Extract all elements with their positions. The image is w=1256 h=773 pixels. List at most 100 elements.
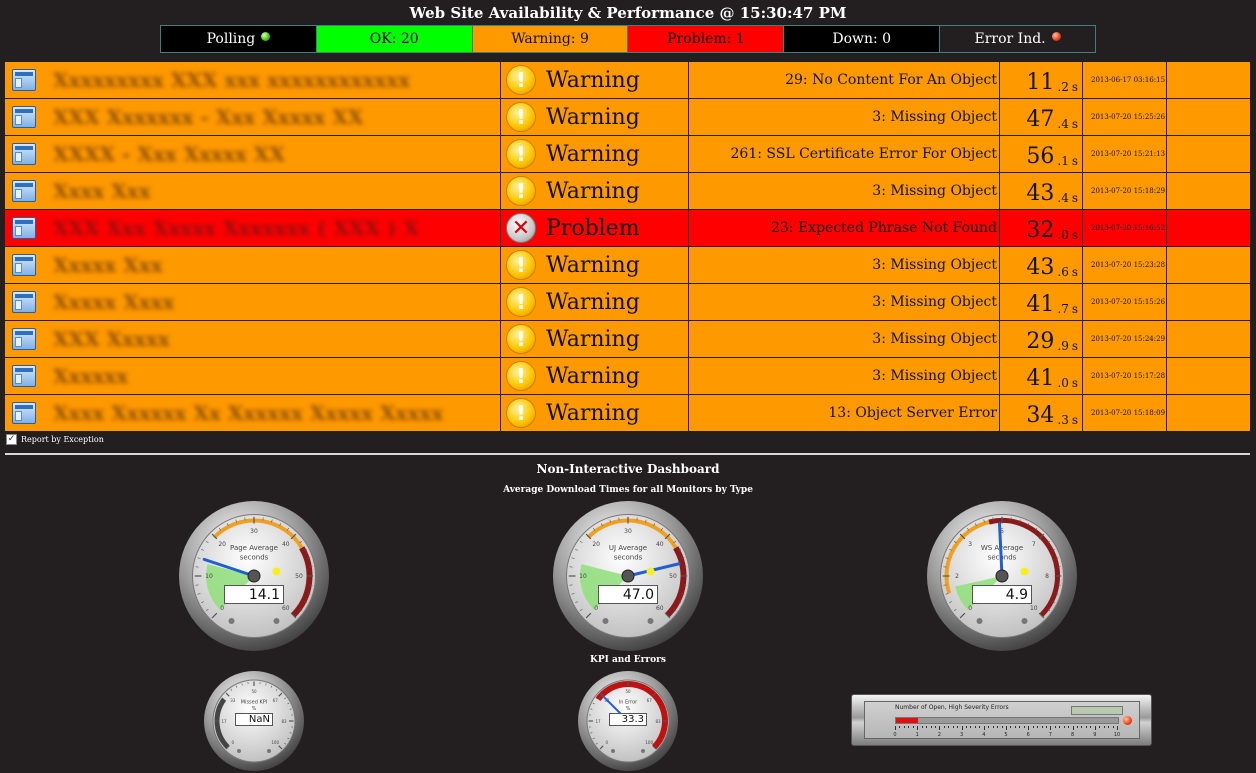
- monitor-type-cell: [5, 173, 43, 209]
- monitor-status-cell: ! Warning: [501, 247, 689, 283]
- monitor-name-cell[interactable]: XXX Xxxxxxx - Xxx Xxxxx XX: [43, 99, 501, 135]
- gauge-scale-label: 0: [968, 605, 972, 612]
- monitor-date-text: 2013-07-20 15:24:29: [1091, 335, 1166, 343]
- gauge-scale-label: 67: [647, 698, 653, 703]
- monitor-type-cell: [5, 136, 43, 172]
- gauge-screw-icon: [228, 618, 235, 624]
- bar-gauge-tick-label: 8: [1071, 732, 1075, 738]
- web-page-icon: [12, 402, 36, 424]
- monitor-name-cell[interactable]: Xxxxx Xxxx: [43, 284, 501, 320]
- monitor-row[interactable]: XXX Xxxxxxx - Xxx Xxxxx XX! Warning 3: Mis…: [5, 99, 1250, 136]
- monitor-extra-cell: [1167, 395, 1250, 431]
- monitor-name-redacted: Xxxxxxxxx XXX xxx xxxxxxxxxxxx: [53, 68, 411, 92]
- monitor-detail-cell: 3: Missing Object: [689, 321, 1000, 357]
- monitor-time-int: 41: [1026, 366, 1055, 391]
- monitor-time-int: 47: [1026, 107, 1055, 132]
- monitor-row[interactable]: XXX Xxxxx! Warning 3: Missing Object 29.9 s 2…: [5, 321, 1250, 358]
- monitor-detail-text: 29: No Content For An Object: [785, 72, 997, 88]
- monitor-time-dec: .2: [1057, 80, 1069, 94]
- gauge-screw-icon: [237, 749, 241, 753]
- monitor-date-cell: 2013-07-20 15:24:29: [1083, 321, 1167, 357]
- monitor-status-cell: ! Warning: [501, 99, 689, 135]
- monitor-detail-cell: 23: Expected Phrase Not Found: [689, 210, 1000, 246]
- report-by-exception-checkbox[interactable]: ✓: [6, 434, 17, 445]
- monitor-name-cell[interactable]: Xxxxx Xxx: [43, 247, 501, 283]
- gauge-readout: NaN: [235, 713, 273, 726]
- green-indicator-icon: [261, 31, 271, 41]
- monitor-name-cell[interactable]: XXXX - Xxx Xxxxx XX: [43, 136, 501, 172]
- monitor-row[interactable]: Xxxxx Xxx! Warning 3: Missing Object 43.6 s 2…: [5, 247, 1250, 284]
- bar-gauge-tick-label: 1: [915, 732, 919, 738]
- gauge-scale-label: 8: [1045, 573, 1049, 580]
- monitor-type-cell: [5, 247, 43, 283]
- bar-gauge-tick: [983, 726, 985, 730]
- monitor-time-cell: 32.0 s: [1000, 210, 1083, 246]
- warning-exclamation-icon: !: [506, 139, 536, 169]
- status-cell-label: Problem: 1: [667, 31, 745, 47]
- monitor-row[interactable]: Xxxx Xxx! Warning 3: Missing Object 43.4 s 20…: [5, 173, 1250, 210]
- monitor-detail-text: 3: Missing Object: [872, 109, 997, 125]
- gauge-readout: 14.1: [224, 585, 284, 604]
- warning-exclamation-icon: !: [506, 324, 536, 354]
- gauge-scale-label: 10: [579, 573, 587, 580]
- monitor-row[interactable]: XXXX - Xxx Xxxxx XX! Warning 261: SSL Cert…: [5, 136, 1250, 173]
- monitor-status-cell: ! Warning: [501, 62, 689, 98]
- status-cell-problem: Problem: 1: [628, 26, 785, 52]
- monitor-status-cell: ! Warning: [501, 284, 689, 320]
- gauge-screw-icon: [1021, 618, 1028, 624]
- monitor-detail-cell: 3: Missing Object: [689, 247, 1000, 283]
- monitor-row[interactable]: Xxxxxxxxx XXX xxx xxxxxxxxxxxx ! Warning 29…: [5, 62, 1250, 99]
- gauge-label: In Error: [619, 700, 638, 706]
- monitor-name-redacted: Xxxx Xxxxxx Xx Xxxxxx Xxxxx Xxxxx: [53, 401, 444, 425]
- monitor-type-cell: [5, 395, 43, 431]
- gauge-screw-icon: [976, 618, 983, 624]
- monitor-name-cell[interactable]: Xxxx Xxx: [43, 173, 501, 209]
- report-by-exception[interactable]: ✓ Report by Exception: [6, 434, 104, 445]
- monitor-name-redacted: XXX Xxx Xxxxx Xxxxxxx ( XXX ) X: [53, 216, 419, 240]
- bar-gauge-fill: [896, 718, 919, 723]
- monitor-name-cell[interactable]: Xxxx Xxxxxx Xx Xxxxxx Xxxxx Xxxxx: [43, 395, 501, 431]
- monitor-detail-text: 23: Expected Phrase Not Found: [770, 220, 997, 236]
- missed-kpi-gauge: 0 17 33 50 67 83 100 Missed KPI% NaN: [203, 670, 305, 772]
- warning-exclamation-icon: !: [506, 250, 536, 280]
- bar-gauge-tick: [1032, 726, 1034, 728]
- status-cell-label: OK: 20: [369, 31, 419, 47]
- web-page-icon: [12, 291, 36, 313]
- monitor-name-cell[interactable]: Xxxxxxxxx XXX xxx xxxxxxxxxxxx: [43, 62, 501, 98]
- page-title: Web Site Availability & Performance @ 15…: [409, 4, 847, 22]
- page-average-gauge: 0 10 20 30 40 50 60 Page Average seconds 14.1: [178, 500, 330, 652]
- bar-gauge-tick-label: 2: [937, 732, 941, 738]
- monitor-time-int: 34: [1026, 403, 1055, 428]
- gauge-scale-label: 100: [271, 740, 279, 745]
- bar-gauge-tick: [895, 726, 896, 730]
- monitor-row[interactable]: Xxxxxx! Warning 3: Missing Object 41.0 s 2013…: [5, 358, 1250, 395]
- monitor-time-int: 32: [1026, 218, 1055, 243]
- monitor-extra-cell: [1167, 210, 1250, 246]
- monitor-date-cell: 2013-07-20 15:23:28: [1083, 247, 1167, 283]
- bar-gauge-tick: [921, 726, 923, 728]
- status-cell-label: Down: 0: [832, 31, 892, 47]
- monitor-date-text: 2013-07-20 15:15:26: [1091, 298, 1166, 306]
- gauge-screw-icon: [273, 618, 280, 624]
- bar-gauge-tick: [997, 726, 999, 728]
- monitor-extra-cell: [1167, 136, 1250, 172]
- gauge-readout: 33.3: [609, 713, 647, 726]
- report-by-exception-label: Report by Exception: [21, 435, 104, 444]
- monitor-row[interactable]: XXX Xxx Xxxxx Xxxxxxx ( XXX ) X ✕ Problem 2…: [5, 210, 1250, 247]
- bar-gauge-tick: [992, 726, 994, 728]
- monitor-name-cell[interactable]: Xxxxxx: [43, 358, 501, 394]
- bar-gauge-tick: [1037, 726, 1039, 728]
- bar-gauge-tick: [979, 726, 981, 728]
- monitor-time-unit: s: [1071, 265, 1078, 279]
- gauge-scale-label: 83: [655, 719, 661, 724]
- monitor-status-text: Warning: [546, 104, 640, 130]
- monitor-name-cell[interactable]: XXX Xxxxx: [43, 321, 501, 357]
- monitor-row[interactable]: Xxxxx Xxxx! Warning 3: Missing Object 41.7 s…: [5, 284, 1250, 321]
- gauge-unit: %: [626, 706, 631, 712]
- monitor-row[interactable]: Xxxx Xxxxxx Xx Xxxxxx Xxxxx Xxxxx! Warnin…: [5, 395, 1250, 432]
- monitor-time-dec: .4: [1057, 117, 1069, 131]
- bar-gauge-tick: [1010, 726, 1012, 728]
- monitor-time-dec: .6: [1057, 265, 1069, 279]
- monitor-name-cell[interactable]: XXX Xxx Xxxxx Xxxxxxx ( XXX ) X: [43, 210, 501, 246]
- monitor-detail-text: 3: Missing Object: [872, 257, 997, 273]
